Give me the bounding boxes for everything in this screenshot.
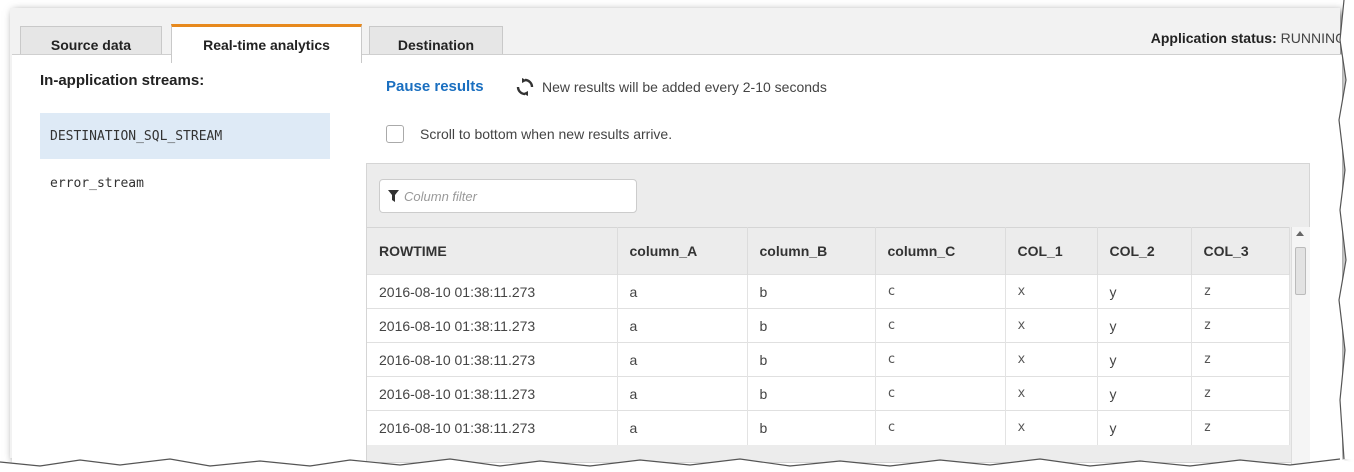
refresh-note: New results will be added every 2-10 sec… [542, 79, 827, 95]
cell-column-c: c [875, 308, 1006, 343]
refresh-icon [516, 78, 534, 96]
scroll-to-bottom-checkbox[interactable] [386, 125, 404, 143]
results-table-container: Column filter ROWTIME column_A column_B … [366, 163, 1310, 467]
cell-rowtime: 2016-08-10 01:38:11.273 [367, 308, 618, 343]
filter-icon [388, 190, 399, 202]
cell-col-1: x [1005, 410, 1098, 445]
column-header-col-2[interactable]: COL_2 [1097, 227, 1192, 275]
scroll-thumb[interactable] [1295, 247, 1306, 295]
cell-rowtime: 2016-08-10 01:38:11.273 [367, 274, 618, 309]
cell-column-c: c [875, 274, 1006, 309]
cell-rowtime: 2016-08-10 01:38:11.273 [367, 342, 618, 377]
results-table: ROWTIME column_A column_B column_C COL_1… [367, 227, 1290, 445]
stream-item-destination-sql-stream[interactable]: DESTINATION_SQL_STREAM [40, 113, 330, 159]
status-value: RUNNING [1280, 30, 1340, 46]
table-scrollbar[interactable] [1291, 227, 1310, 467]
cell-column-c: c [875, 342, 1006, 377]
cell-col-1: x [1005, 376, 1098, 411]
column-header-col-3[interactable]: COL_3 [1191, 227, 1290, 275]
column-header-column-b[interactable]: column_B [747, 227, 876, 275]
table-row: 2016-08-10 01:38:11.273 a b c x y z [367, 274, 1290, 309]
cell-col-2: y [1097, 308, 1192, 343]
cell-column-b: b [747, 308, 876, 343]
tab-real-time-analytics[interactable]: Real-time analytics [171, 24, 362, 63]
cell-column-a: a [617, 308, 748, 343]
cell-column-c: c [875, 376, 1006, 411]
table-row: 2016-08-10 01:38:11.273 a b c x y z [367, 342, 1290, 377]
cell-col-3: z [1191, 410, 1290, 445]
cell-col-1: x [1005, 342, 1098, 377]
column-header-column-c[interactable]: column_C [875, 227, 1006, 275]
cell-col-2: y [1097, 274, 1192, 309]
cell-col-3: z [1191, 342, 1290, 377]
table-row: 2016-08-10 01:38:11.273 a b c x y z [367, 308, 1290, 343]
scroll-to-bottom-label: Scroll to bottom when new results arrive… [420, 126, 673, 142]
cell-col-1: x [1005, 308, 1098, 343]
application-status: Application status: RUNNING [1151, 30, 1340, 46]
cell-rowtime: 2016-08-10 01:38:11.273 [367, 376, 618, 411]
cell-column-b: b [747, 274, 876, 309]
table-row: 2016-08-10 01:38:11.273 a b c x y z [367, 410, 1290, 445]
cell-column-b: b [747, 342, 876, 377]
cell-column-a: a [617, 410, 748, 445]
cell-col-3: z [1191, 376, 1290, 411]
cell-col-1: x [1005, 274, 1098, 309]
cell-col-2: y [1097, 410, 1192, 445]
cell-col-2: y [1097, 376, 1192, 411]
column-header-column-a[interactable]: column_A [617, 227, 748, 275]
column-filter-input[interactable]: Column filter [379, 179, 637, 213]
stream-item-error-stream[interactable]: error_stream [40, 163, 330, 203]
status-label: Application status: [1150, 30, 1277, 46]
cell-col-3: z [1191, 308, 1290, 343]
cell-rowtime: 2016-08-10 01:38:11.273 [367, 410, 618, 445]
table-row: 2016-08-10 01:38:11.273 a b c x y z [367, 376, 1290, 411]
cell-column-a: a [617, 376, 748, 411]
cell-column-a: a [617, 342, 748, 377]
column-header-col-1[interactable]: COL_1 [1005, 227, 1098, 275]
scroll-up-arrow-icon[interactable] [1296, 231, 1304, 236]
column-filter-placeholder: Column filter [404, 188, 477, 204]
cell-col-2: y [1097, 342, 1192, 377]
pause-results-link[interactable]: Pause results [386, 78, 484, 95]
cell-col-3: z [1191, 274, 1290, 309]
cell-column-c: c [875, 410, 1006, 445]
column-header-rowtime[interactable]: ROWTIME [367, 227, 618, 275]
table-header-row: ROWTIME column_A column_B column_C COL_1… [367, 227, 1290, 275]
cell-column-b: b [747, 376, 876, 411]
cell-column-a: a [617, 274, 748, 309]
cell-column-b: b [747, 410, 876, 445]
streams-title: In-application streams: [40, 72, 205, 89]
